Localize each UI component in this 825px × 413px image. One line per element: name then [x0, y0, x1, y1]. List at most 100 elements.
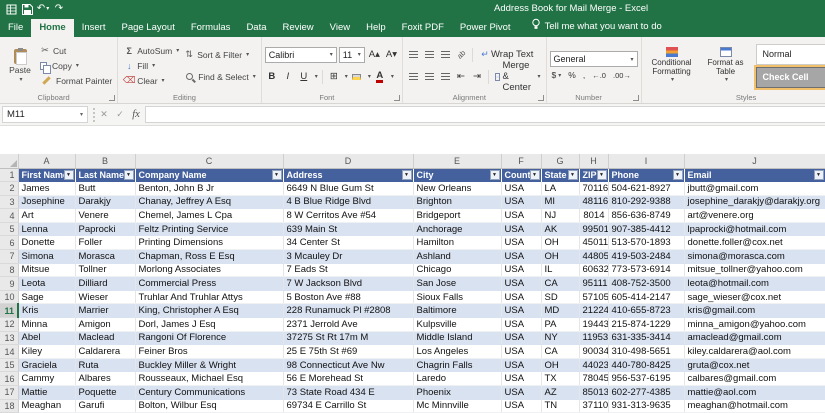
redo-button[interactable]: ↷	[52, 1, 66, 17]
cell[interactable]: Amigon	[75, 318, 135, 332]
cell[interactable]: Rangoni Of Florence	[135, 331, 283, 345]
cell[interactable]: Feltz Printing Service	[135, 222, 283, 236]
cell[interactable]: Minna	[18, 318, 75, 332]
underline-button[interactable]: U	[297, 69, 311, 85]
cell[interactable]: 90034	[579, 345, 608, 359]
borders-button[interactable]: ⊞	[327, 69, 341, 85]
cell[interactable]: CA	[541, 277, 579, 291]
number-dialog-launcher[interactable]	[633, 95, 639, 101]
cell[interactable]: mattie@aol.com	[684, 386, 825, 400]
filter-button[interactable]: ▼	[673, 170, 683, 180]
cell[interactable]: Poquette	[75, 386, 135, 400]
cell-style-normal[interactable]: Normal	[756, 44, 825, 65]
filter-button[interactable]: ▼	[272, 170, 282, 180]
row-header-8[interactable]: 8	[0, 263, 18, 277]
cell[interactable]: USA	[501, 263, 541, 277]
name-box-caret-icon[interactable]: ▾	[80, 111, 83, 118]
cell[interactable]: 4 B Blue Ridge Blvd	[283, 195, 413, 209]
percent-button[interactable]: %	[566, 70, 578, 80]
cell[interactable]: USA	[501, 222, 541, 236]
undo-button[interactable]: ↶▾	[36, 1, 50, 17]
cell[interactable]: 408-752-3500	[608, 277, 684, 291]
cell[interactable]: Chanay, Jeffrey A Esq	[135, 195, 283, 209]
header-cell-2[interactable]: Company Name▼	[135, 168, 283, 182]
cell[interactable]: Phoenix	[413, 386, 501, 400]
cell[interactable]: 228 Runamuck Pl #2808	[283, 304, 413, 318]
row-header-2[interactable]: 2	[0, 182, 18, 196]
row-header-18[interactable]: 18	[0, 399, 18, 413]
font-dialog-launcher[interactable]	[394, 95, 400, 101]
find-select-caret-icon[interactable]: ▾	[253, 73, 256, 80]
clear-button[interactable]: ⌫Clear▾	[121, 73, 181, 88]
cell[interactable]: Leota	[18, 277, 75, 291]
tab-formulas[interactable]: Formulas	[183, 19, 239, 37]
row-header-9[interactable]: 9	[0, 277, 18, 291]
cell[interactable]: New Orleans	[413, 182, 501, 196]
tab-help[interactable]: Help	[358, 19, 394, 37]
cell[interactable]: Anchorage	[413, 222, 501, 236]
cell[interactable]: Brighton	[413, 195, 501, 209]
cell[interactable]: Tollner	[75, 263, 135, 277]
cell[interactable]: 513-570-1893	[608, 236, 684, 250]
cell[interactable]: Caldarera	[75, 345, 135, 359]
cell[interactable]: PA	[541, 318, 579, 332]
underline-caret-icon[interactable]: ▾	[315, 73, 318, 80]
column-header-h[interactable]: H	[579, 154, 608, 168]
save-button[interactable]	[20, 1, 34, 17]
row-header-4[interactable]: 4	[0, 209, 18, 223]
cell[interactable]: Hamilton	[413, 236, 501, 250]
cell[interactable]: TX	[541, 372, 579, 386]
cell[interactable]: Mitsue	[18, 263, 75, 277]
cell[interactable]: Mattie	[18, 386, 75, 400]
cell[interactable]: 956-537-6195	[608, 372, 684, 386]
cell[interactable]: Kris	[18, 304, 75, 318]
cell[interactable]: Buckley Miller & Wright	[135, 358, 283, 372]
tell-me-box[interactable]: Tell me what you want to do	[531, 18, 662, 37]
merge-center-button[interactable]: Merge & Center▾	[493, 69, 543, 85]
cell[interactable]: 37275 St Rt 17m M	[283, 331, 413, 345]
cell[interactable]: 3 Mcauley Dr	[283, 250, 413, 264]
row-header-6[interactable]: 6	[0, 236, 18, 250]
align-bottom-button[interactable]	[438, 47, 452, 63]
row-header-3[interactable]: 3	[0, 195, 18, 209]
header-cell-1[interactable]: Last Name▼	[75, 168, 135, 182]
cell[interactable]: Benton, John B Jr	[135, 182, 283, 196]
cell[interactable]: 410-655-8723	[608, 304, 684, 318]
cell[interactable]: 73 State Road 434 E	[283, 386, 413, 400]
cell[interactable]: 60632	[579, 263, 608, 277]
cell[interactable]: kiley.caldarera@aol.com	[684, 345, 825, 359]
cell[interactable]: 48116	[579, 195, 608, 209]
cell[interactable]: James	[18, 182, 75, 196]
row-header-13[interactable]: 13	[0, 331, 18, 345]
tab-power-pivot[interactable]: Power Pivot	[452, 19, 519, 37]
tab-view[interactable]: View	[322, 19, 358, 37]
row-header-14[interactable]: 14	[0, 345, 18, 359]
align-left-button[interactable]	[406, 69, 420, 85]
cell[interactable]: mitsue_tollner@yahoo.com	[684, 263, 825, 277]
cell[interactable]: 2371 Jerrold Ave	[283, 318, 413, 332]
column-header-b[interactable]: B	[75, 154, 135, 168]
cell[interactable]: 6649 N Blue Gum St	[283, 182, 413, 196]
cell[interactable]: Ashland	[413, 250, 501, 264]
undo-caret-icon[interactable]: ▾	[46, 1, 49, 17]
cut-button[interactable]: ✂Cut	[37, 43, 114, 58]
sort-filter-caret-icon[interactable]: ▾	[246, 51, 249, 58]
fill-caret-icon[interactable]: ▾	[152, 62, 155, 69]
cell[interactable]: Ruta	[75, 358, 135, 372]
row-header-16[interactable]: 16	[0, 372, 18, 386]
filter-button[interactable]: ▼	[597, 170, 607, 180]
insert-function-button[interactable]: fx	[129, 109, 143, 120]
cell[interactable]: USA	[501, 399, 541, 413]
cell[interactable]: 45011	[579, 236, 608, 250]
align-center-button[interactable]	[422, 69, 436, 85]
font-color-caret-icon[interactable]: ▾	[391, 73, 394, 80]
copy-caret-icon[interactable]: ▾	[76, 62, 79, 69]
sort-filter-button[interactable]: ⇅Sort & Filter▾	[181, 44, 258, 66]
cancel-button[interactable]: ✕	[97, 109, 111, 120]
column-header-j[interactable]: J	[684, 154, 825, 168]
fill-color-button[interactable]	[350, 69, 364, 85]
increase-decimal-button[interactable]: ←.0	[590, 71, 608, 80]
decrease-font-button[interactable]: A▾	[384, 47, 399, 63]
cell[interactable]: 215-874-1229	[608, 318, 684, 332]
tab-review[interactable]: Review	[275, 19, 322, 37]
